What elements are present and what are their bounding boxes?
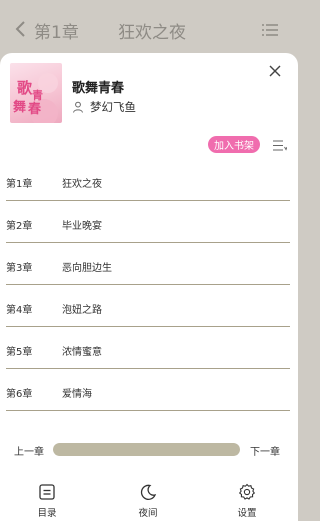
author-name: 梦幻飞鱼	[90, 100, 136, 114]
chapter-item[interactable]: 第1章 狂欢之夜	[6, 159, 290, 201]
svg-text:青: 青	[32, 88, 43, 102]
tab-catalog-label: 目录	[37, 508, 57, 519]
chapter-number: 第4章	[6, 305, 33, 316]
chapter-name: 爱情海	[62, 389, 92, 400]
chapter-item[interactable]: 第6章 爱情海	[6, 369, 290, 411]
chapter-name: 浓情蜜意	[62, 347, 102, 358]
chapter-number: 第5章	[6, 347, 33, 358]
chapter-item[interactable]: 第4章 泡妞之路	[6, 285, 290, 327]
chapter-name: 毕业晚宴	[62, 221, 102, 232]
chapter-item[interactable]: 第2章 毕业晚宴	[6, 201, 290, 243]
moon-icon	[140, 484, 157, 500]
add-to-shelf-button[interactable]: 加入书架	[208, 136, 260, 153]
sort-icon[interactable]	[273, 140, 287, 151]
author-line: 梦幻飞鱼	[72, 99, 136, 115]
chapter-number: 第3章	[6, 263, 33, 274]
gear-icon	[238, 483, 256, 500]
chapter-number: 第2章	[6, 221, 33, 232]
svg-text:歌: 歌	[17, 79, 33, 97]
svg-text:春: 春	[27, 101, 42, 117]
tab-settings[interactable]: 设置	[227, 483, 267, 519]
progress-fill	[53, 443, 240, 456]
chapter-name: 恶向胆边生	[62, 263, 112, 274]
chapter-name: 泡妞之路	[62, 305, 102, 316]
person-icon	[73, 101, 83, 113]
chapter-item[interactable]: 第5章 浓情蜜意	[6, 327, 290, 369]
next-chapter-button[interactable]: 下一章	[250, 443, 280, 458]
tab-catalog[interactable]: 目录	[27, 483, 67, 519]
chapter-number: 第6章	[6, 389, 33, 400]
tab-night-label: 夜间	[138, 508, 158, 519]
current-chapter-title: 狂欢之夜	[118, 23, 186, 43]
close-icon[interactable]	[267, 63, 283, 79]
reader-header: 第1章 狂欢之夜	[0, 0, 306, 60]
tab-night[interactable]: 夜间	[128, 483, 168, 519]
tab-settings-label: 设置	[237, 508, 257, 519]
back-arrow-icon[interactable]	[14, 19, 28, 39]
book-title: 歌舞青春	[72, 81, 125, 96]
svg-text:舞: 舞	[12, 99, 26, 115]
menu-icon[interactable]	[262, 24, 278, 36]
chapter-number: 第1章	[6, 179, 33, 190]
prev-chapter-button[interactable]: 上一章	[14, 443, 44, 458]
current-chapter: 第1章	[34, 23, 79, 43]
catalog-sheet: 歌 青 舞 春 歌舞青春 梦幻飞鱼 加入书架 第1章 狂欢之夜 第2章 毕业晚宴…	[0, 53, 298, 521]
book-cover[interactable]: 歌 青 舞 春	[10, 63, 62, 123]
reading-progress-slider[interactable]	[53, 443, 240, 456]
chapter-item[interactable]: 第3章 恶向胆边生	[6, 243, 290, 285]
catalog-icon	[39, 484, 55, 500]
chapter-list: 第1章 狂欢之夜 第2章 毕业晚宴 第3章 恶向胆边生 第4章 泡妞之路 第5章…	[6, 159, 290, 411]
chapter-name: 狂欢之夜	[62, 179, 102, 190]
